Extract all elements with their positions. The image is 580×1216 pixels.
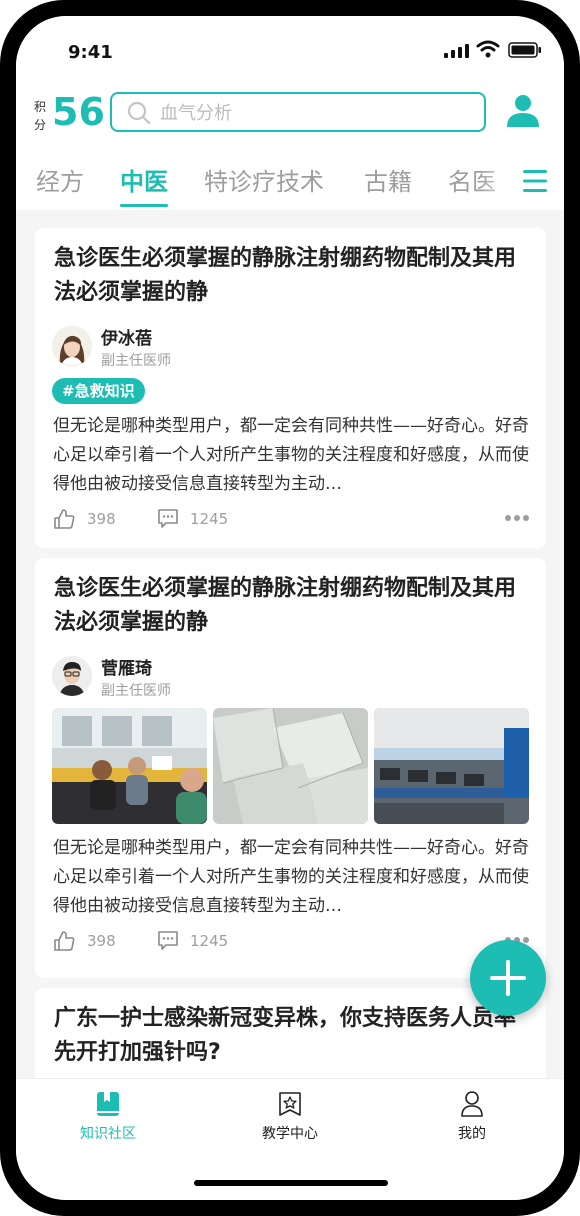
comment-count: 1245 xyxy=(190,932,229,950)
author-name[interactable]: 伊冰蓓 xyxy=(101,324,152,349)
post-title[interactable]: 急诊医生必须掌握的静脉注射绷药物配制及其用法必须掌握的静 xyxy=(54,242,534,310)
points-label: 积分 xyxy=(34,100,47,132)
post-image[interactable] xyxy=(52,708,207,824)
comment-icon[interactable] xyxy=(157,930,179,952)
nav-label: 教学中心 xyxy=(262,1126,318,1142)
status-time: 9:41 xyxy=(68,42,113,63)
cellular-signal-icon xyxy=(444,44,469,58)
post-title[interactable]: 广东一护士感染新冠变异株，你支持医务人员率先开打加强针吗? xyxy=(54,1002,534,1070)
home-indicator xyxy=(194,1180,388,1186)
nav-my-profile[interactable]: 我的 xyxy=(417,1091,527,1151)
active-tab-indicator xyxy=(120,204,168,207)
plus-icon xyxy=(490,960,526,996)
tabs-fade-overlay xyxy=(480,162,520,206)
topic-tag[interactable]: #急救知识 xyxy=(52,378,145,404)
search-icon xyxy=(127,101,151,125)
phone-frame: 9:41 积分 56 血气分析 经方 中医 特诊疗技术 古籍 名医 急诊医生必须… xyxy=(0,0,580,1216)
tab-tezhen[interactable]: 特诊疗技术 xyxy=(204,162,324,197)
category-tabs: 经方 中医 特诊疗技术 古籍 名医 xyxy=(16,162,564,210)
post-excerpt[interactable]: 但无论是哪种类型用户，都一定会有同种共性——好奇心。好奇心足以牵引着一个人对所产… xyxy=(53,834,533,921)
nav-label: 我的 xyxy=(458,1126,486,1142)
status-bar: 9:41 xyxy=(16,16,564,80)
avatar[interactable] xyxy=(52,656,92,696)
like-icon[interactable] xyxy=(53,508,75,530)
author-portrait-icon xyxy=(52,326,92,366)
post-image[interactable] xyxy=(213,708,368,824)
menu-icon[interactable] xyxy=(522,168,548,194)
like-count: 398 xyxy=(87,932,116,950)
user-profile-icon[interactable] xyxy=(506,94,540,128)
tab-zhongyi[interactable]: 中医 xyxy=(120,162,168,197)
tab-jingfang[interactable]: 经方 xyxy=(36,162,84,197)
author-name[interactable]: 菅雁琦 xyxy=(101,654,152,679)
points-value[interactable]: 56 xyxy=(52,90,105,134)
office-meeting-photo xyxy=(52,708,207,824)
like-count: 398 xyxy=(87,510,116,528)
author-role: 副主任医师 xyxy=(101,353,171,369)
nav-knowledge-community[interactable]: 知识社区 xyxy=(53,1091,163,1151)
post-card[interactable]: 急诊医生必须掌握的静脉注射绷药物配制及其用法必须掌握的静 伊冰蓓 副主任医师 #… xyxy=(35,228,546,548)
like-icon[interactable] xyxy=(53,930,75,952)
create-post-button[interactable] xyxy=(470,940,546,1016)
author-role: 副主任医师 xyxy=(101,683,171,699)
tab-guji[interactable]: 古籍 xyxy=(364,162,412,197)
post-excerpt[interactable]: 但无论是哪种类型用户，都一定会有同种共性——好奇心。好奇心足以牵引着一个人对所产… xyxy=(53,412,533,499)
avatar[interactable] xyxy=(52,326,92,366)
comment-count: 1245 xyxy=(190,510,229,528)
search-bar[interactable] xyxy=(110,92,486,132)
nav-label: 知识社区 xyxy=(80,1126,136,1142)
author-portrait-icon xyxy=(52,656,92,696)
search-input[interactable] xyxy=(158,98,462,128)
comment-icon[interactable] xyxy=(157,508,179,530)
post-card[interactable]: 急诊医生必须掌握的静脉注射绷药物配制及其用法必须掌握的静 菅雁琦 副主任医师 但… xyxy=(35,558,546,978)
post-title[interactable]: 急诊医生必须掌握的静脉注射绷药物配制及其用法必须掌握的静 xyxy=(54,572,534,640)
badge-icon xyxy=(279,1092,301,1116)
app-header: 积分 56 xyxy=(16,80,564,162)
person-icon xyxy=(461,1091,483,1117)
nav-teaching-center[interactable]: 教学中心 xyxy=(235,1091,345,1151)
battery-icon xyxy=(508,42,541,58)
app-screen: 9:41 积分 56 血气分析 经方 中医 特诊疗技术 古籍 名医 急诊医生必须… xyxy=(16,16,564,1200)
paper-sheets-photo xyxy=(213,708,368,824)
post-image[interactable] xyxy=(374,708,529,824)
more-options-icon[interactable] xyxy=(504,514,530,522)
open-office-photo xyxy=(374,708,529,824)
wifi-icon xyxy=(476,40,500,58)
book-icon xyxy=(97,1092,119,1116)
